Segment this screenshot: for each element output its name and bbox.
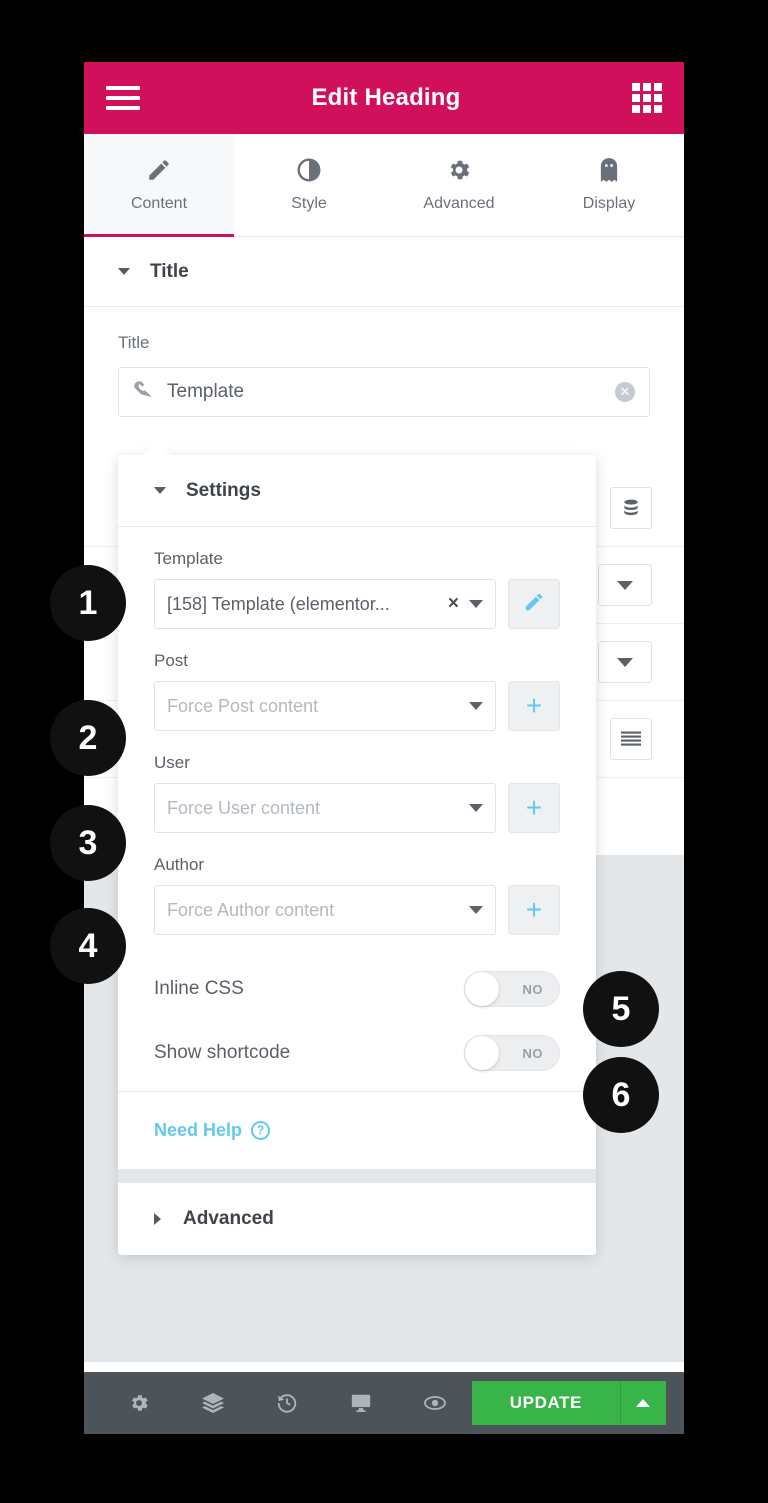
chevron-up-icon [636,1399,651,1407]
toggle-knob [465,972,499,1006]
tab-style[interactable]: Style [234,134,384,236]
tab-label: Content [130,195,188,212]
field-author: Author Force Author content + [154,855,560,935]
chevron-down-icon [469,702,483,710]
toggle-show-shortcode[interactable]: NO [464,1035,560,1071]
chevron-right-icon [154,1213,161,1225]
popup-body: Template [158] Template (elementor... × [118,527,596,1091]
field-row: Force User content + [154,783,560,833]
need-help-label: Need Help [154,1120,243,1140]
field-post: Post Force Post content + [154,651,560,731]
annotation-badge-1: 1 [50,565,126,641]
chevron-down-icon[interactable] [598,641,652,683]
layers-icon[interactable] [176,1392,250,1414]
toggle-show-shortcode-row: Show shortcode NO [154,1021,560,1085]
toggle-inline-css-row: Inline CSS NO [154,957,560,1021]
field-user: User Force User content + [154,753,560,833]
title-input-value: Template [167,381,245,402]
post-select[interactable]: Force Post content [154,681,496,731]
field-label: Author [154,855,205,874]
annotation-badge-2: 2 [50,700,126,776]
toggle-inline-css[interactable]: NO [464,971,560,1007]
hamburger-icon[interactable] [106,86,140,110]
chevron-down-icon [118,268,130,275]
database-icon[interactable] [610,487,652,529]
eye-icon[interactable] [398,1394,472,1412]
close-icon[interactable]: × [448,593,459,615]
template-select[interactable]: [158] Template (elementor... × [154,579,496,629]
field-label: Post [154,651,189,670]
toggle-label: Inline CSS [154,978,244,999]
post-select-placeholder: Force Post content [167,695,319,716]
tab-display[interactable]: Display [534,134,684,236]
add-author-button[interactable]: + [508,885,560,935]
field-row: [158] Template (elementor... × [154,579,560,629]
author-select-placeholder: Force Author content [167,899,335,920]
tab-label: Style [291,195,327,212]
annotation-badge-6: 6 [583,1057,659,1133]
chevron-down-icon [154,487,166,494]
tab-advanced[interactable]: Advanced [384,134,534,236]
contrast-icon [296,157,322,183]
page-title: Edit Heading [311,84,461,111]
align-icon[interactable] [610,718,652,760]
edit-template-button[interactable] [508,579,560,629]
update-button[interactable]: UPDATE [471,1381,620,1425]
panel-header: Edit Heading [84,62,684,134]
user-select[interactable]: Force User content [154,783,496,833]
popup-advanced-section[interactable]: Advanced [118,1183,596,1255]
chevron-down-icon[interactable] [598,564,652,606]
field-row: Force Author content + [154,885,560,935]
monitor-icon[interactable] [324,1392,398,1414]
toggle-knob [465,1036,499,1070]
tab-label: Advanced [423,195,495,212]
author-select[interactable]: Force Author content [154,885,496,935]
title-input[interactable]: Template ✕ [118,367,650,417]
history-icon[interactable] [250,1392,324,1414]
chevron-down-icon [469,804,483,812]
clear-circle-icon[interactable]: ✕ [615,382,635,402]
section-heading: Title [150,260,189,282]
popup-help-section: Need Help ? [118,1091,596,1169]
popup-heading: Settings [186,479,261,501]
question-circle-icon: ? [251,1121,271,1140]
field-label: Template [154,549,223,568]
toggle-label: Show shortcode [154,1042,291,1063]
grid-apps-icon[interactable] [632,83,662,113]
tab-label: Display [582,195,636,212]
pencil-edit-icon [523,590,545,618]
field-row: Force Post content + [154,681,560,731]
ghost-icon [597,157,621,183]
user-select-placeholder: Force User content [167,797,321,818]
advanced-label: Advanced [183,1208,274,1229]
add-user-button[interactable]: + [508,783,560,833]
tab-content[interactable]: Content [84,134,234,237]
editor-footer: UPDATE [84,1372,684,1434]
add-post-button[interactable]: + [508,681,560,731]
field-label: User [154,753,190,772]
popup-divider [118,1169,596,1183]
toggle-state: NO [522,1045,543,1061]
title-field-block: Title Template ✕ [84,307,684,417]
toggle-state: NO [522,981,543,997]
field-template: Template [158] Template (elementor... × [154,549,560,629]
gear-icon [446,157,472,183]
template-select-value: [158] Template (elementor... [167,593,390,614]
annotation-badge-3: 3 [50,805,126,881]
chevron-down-icon [469,600,483,608]
settings-popup: Settings Template [158] Template (elemen… [118,442,596,1255]
section-title-header[interactable]: Title [84,237,684,307]
update-options-button[interactable] [620,1381,666,1425]
popup-header[interactable]: Settings [118,455,596,527]
gear-icon[interactable] [102,1392,176,1414]
annotation-badge-4: 4 [50,908,126,984]
wrench-icon[interactable] [133,380,153,405]
annotation-badge-5: 5 [583,971,659,1047]
screenshot-stage: Edit Heading Content Style Advanced Disp… [0,0,768,1503]
title-field-label: Title [118,333,150,352]
need-help-link[interactable]: Need Help ? [154,1120,271,1141]
panel-tabs: Content Style Advanced Display [84,134,684,237]
chevron-down-icon [469,906,483,914]
pencil-icon [146,157,172,183]
